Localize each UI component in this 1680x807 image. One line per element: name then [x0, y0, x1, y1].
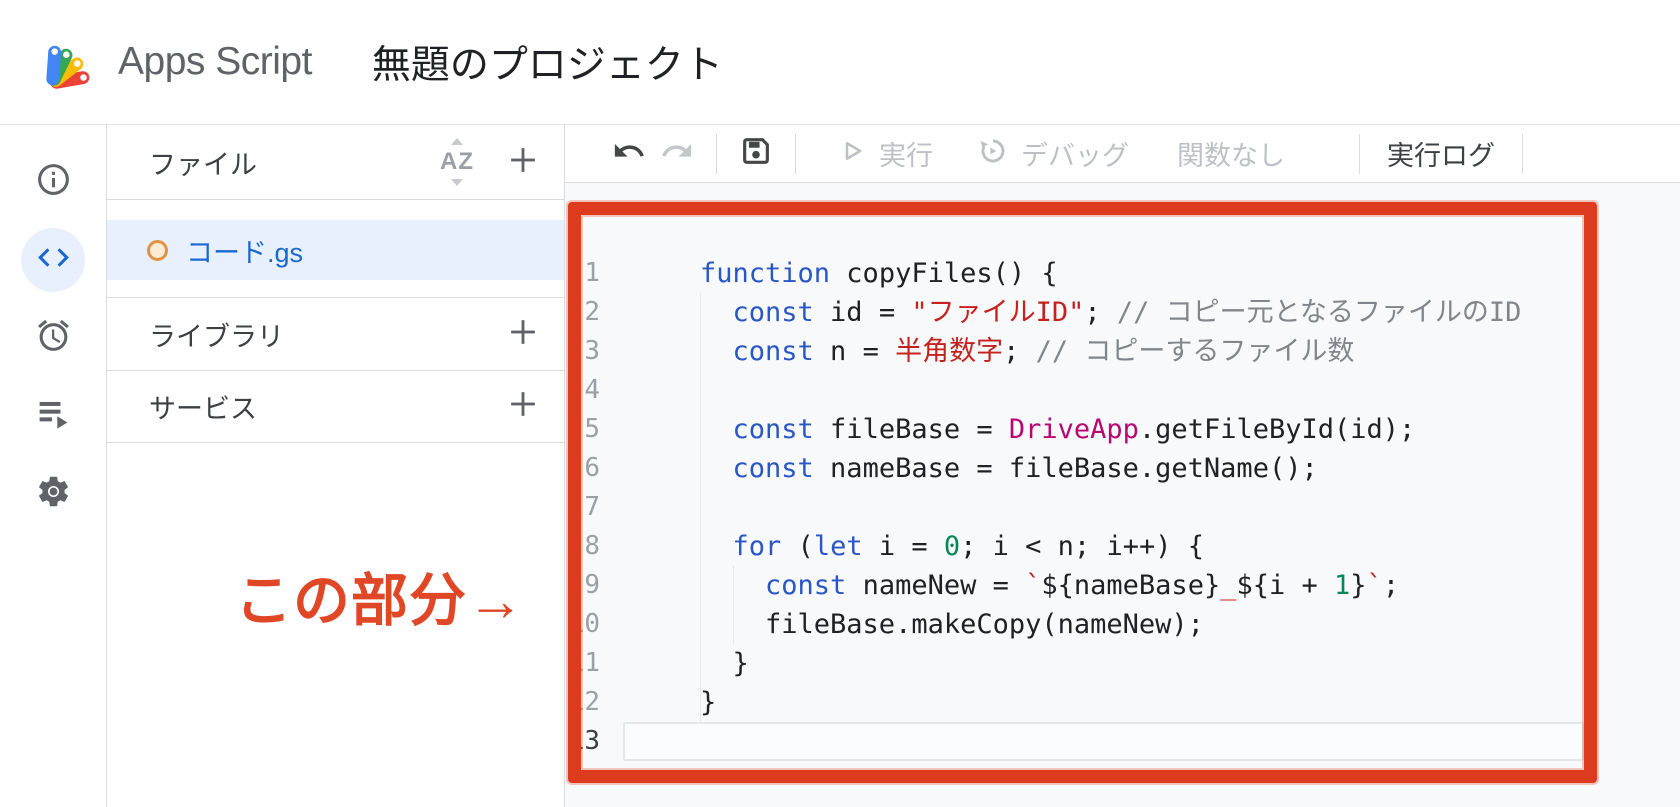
line-number[interactable]: 10	[565, 605, 600, 644]
code-line[interactable]: 2 const id = "ファイルID"; // コピー元となるファイルのID	[565, 293, 1594, 332]
add-file-button[interactable]	[500, 139, 546, 185]
toolbar-divider	[716, 134, 717, 174]
debug-button[interactable]: デバッグ	[977, 134, 1129, 173]
save-icon	[739, 134, 773, 173]
undo-button[interactable]	[605, 130, 653, 178]
code-line[interactable]: 10 fileBase.makeCopy(nameNew);	[565, 605, 1594, 644]
add-library-button[interactable]	[500, 311, 546, 357]
code-line-text: const n = 半角数字; // コピーするファイル数	[700, 332, 1354, 371]
rail-settings-button[interactable]	[21, 462, 85, 526]
line-number[interactable]: 12	[565, 683, 600, 722]
annotation-label: この部分→	[235, 555, 525, 637]
code-line[interactable]: 7	[565, 488, 1594, 527]
plus-icon	[504, 141, 542, 184]
editor-pane: 実行 デバッグ 関数なし 実行ログ 1function copyFiles	[565, 125, 1680, 807]
code-lines: 1function copyFiles() {2 const id = "ファイ…	[565, 254, 1594, 761]
redo-icon	[660, 134, 694, 173]
clock-icon	[35, 317, 72, 359]
line-number[interactable]: 11	[565, 644, 600, 683]
project-title[interactable]: 無題のプロジェクト	[372, 34, 723, 90]
debug-label: デバッグ	[1021, 134, 1129, 173]
code-line[interactable]: 3 const n = 半角数字; // コピーするファイル数	[565, 332, 1594, 371]
code-line[interactable]: 5 const fileBase = DriveApp.getFileById(…	[565, 410, 1594, 449]
function-select[interactable]: 関数なし	[1177, 134, 1285, 173]
line-number[interactable]: 1	[565, 254, 600, 293]
run-label: 実行	[879, 134, 933, 173]
sort-files-icon[interactable]: AZ	[438, 142, 476, 182]
line-number[interactable]: 2	[565, 293, 600, 332]
toolbar-divider	[1522, 134, 1523, 174]
execution-log-label: 実行ログ	[1387, 134, 1495, 173]
code-line-text: }	[700, 644, 749, 683]
line-number[interactable]: 13	[565, 722, 600, 761]
line-number[interactable]: 8	[565, 527, 600, 566]
code-line-text: }	[700, 683, 716, 722]
file-name: コード.gs	[186, 231, 303, 270]
line-number[interactable]: 4	[565, 371, 600, 410]
rail-editor-button[interactable]	[21, 228, 85, 292]
apps-script-logo	[40, 34, 100, 90]
files-panel-header: ファイル AZ	[107, 125, 564, 200]
code-editor[interactable]: 1function copyFiles() {2 const id = "ファイ…	[565, 183, 1680, 807]
undo-icon	[612, 134, 646, 173]
line-number[interactable]: 5	[565, 410, 600, 449]
app-name: Apps Script	[118, 40, 312, 84]
editor-toolbar: 実行 デバッグ 関数なし 実行ログ	[565, 125, 1680, 183]
line-number[interactable]: 6	[565, 449, 600, 488]
code-line[interactable]: 8 for (let i = 0; i < n; i++) {	[565, 527, 1594, 566]
code-line[interactable]: 9 const nameNew = `${nameBase}_${i + 1}`…	[565, 566, 1594, 605]
rail-overview-button[interactable]	[21, 150, 85, 214]
add-service-button[interactable]	[500, 384, 546, 430]
info-icon	[35, 161, 72, 203]
function-select-label: 関数なし	[1177, 134, 1285, 173]
files-panel: ファイル AZ コード.gs ライブラリ サービス	[107, 125, 565, 807]
services-section: サービス	[107, 370, 564, 443]
plus-icon	[504, 313, 542, 356]
code-line-text: const nameBase = fileBase.getName();	[700, 449, 1318, 488]
redo-button[interactable]	[653, 130, 701, 178]
rail-triggers-button[interactable]	[21, 306, 85, 370]
plus-icon	[504, 385, 542, 428]
code-line[interactable]: 11 }	[565, 644, 1594, 683]
code-line[interactable]: 6 const nameBase = fileBase.getName();	[565, 449, 1594, 488]
apps-script-window: Apps Script 無題のプロジェクト ファイル	[0, 0, 1680, 807]
code-line-text: const id = "ファイルID"; // コピー元となるファイルのID	[700, 293, 1521, 332]
unsaved-file-dot-icon	[147, 240, 168, 261]
header: Apps Script 無題のプロジェクト	[0, 0, 1680, 125]
save-button[interactable]	[732, 130, 780, 178]
files-title: ファイル	[149, 143, 438, 182]
debug-icon	[977, 135, 1009, 172]
gear-icon	[35, 473, 72, 515]
code-line[interactable]: 4	[565, 371, 1594, 410]
toolbar-divider	[1359, 134, 1360, 174]
libraries-label: ライブラリ	[149, 315, 500, 354]
executions-icon	[35, 395, 72, 437]
execution-log-button[interactable]: 実行ログ	[1387, 134, 1495, 173]
run-button[interactable]: 実行	[837, 134, 933, 173]
code-line[interactable]: 12}	[565, 683, 1594, 722]
code-line-text: fileBase.makeCopy(nameNew);	[700, 605, 1204, 644]
libraries-section: ライブラリ	[107, 297, 564, 370]
left-rail	[0, 125, 107, 807]
code-line-text: const fileBase = DriveApp.getFileById(id…	[700, 410, 1415, 449]
code-line-text: function copyFiles() {	[700, 254, 1058, 293]
play-icon	[837, 136, 867, 171]
file-item-code-gs[interactable]: コード.gs	[107, 220, 564, 280]
line-number[interactable]: 7	[565, 488, 600, 527]
code-line[interactable]: 1 function copyFiles() {	[565, 254, 1594, 293]
code-line-text: for (let i = 0; i < n; i++) {	[700, 527, 1204, 566]
code-line[interactable]: 13	[565, 722, 1594, 761]
code-line-text: const nameNew = `${nameBase}_${i + 1}`;	[700, 566, 1399, 605]
toolbar-divider	[795, 134, 796, 174]
services-label: サービス	[149, 387, 500, 426]
rail-executions-button[interactable]	[21, 384, 85, 448]
line-number[interactable]: 9	[565, 566, 600, 605]
line-number[interactable]: 3	[565, 332, 600, 371]
code-icon	[35, 239, 72, 281]
